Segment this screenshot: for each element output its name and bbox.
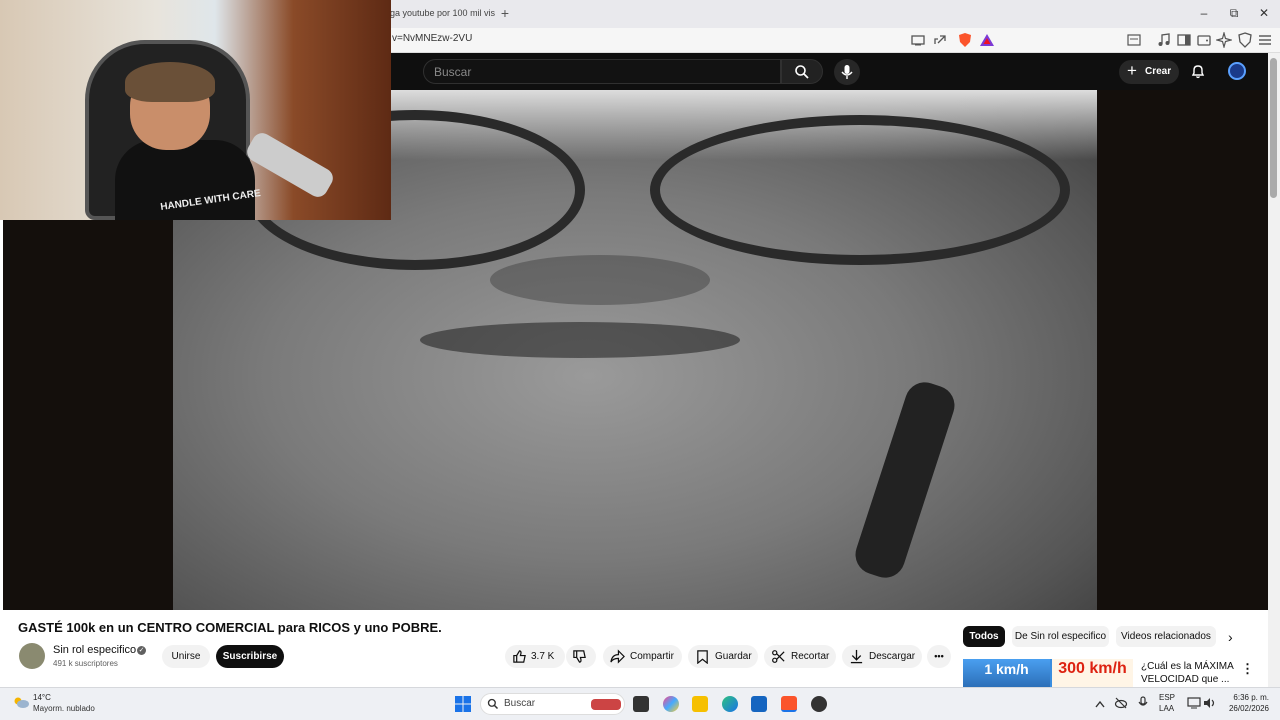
task-view-icon[interactable] <box>633 696 649 712</box>
chevron-up-icon[interactable] <box>1094 699 1106 709</box>
music-icon[interactable] <box>1156 32 1172 48</box>
channel-name[interactable]: Sin rol especifico <box>53 644 136 656</box>
create-label: Crear <box>1145 66 1172 77</box>
maximize-button[interactable]: ⧉ <box>1224 4 1244 22</box>
minimize-button[interactable]: – <box>1194 4 1214 22</box>
brave-rewards-icon[interactable] <box>979 32 995 48</box>
more-actions-button[interactable]: ••• <box>927 645 951 668</box>
taskbar-search-input[interactable] <box>480 693 625 715</box>
share-button[interactable]: Compartir <box>603 645 682 668</box>
microphone-icon <box>841 65 853 79</box>
search-highlight-icon <box>591 699 621 710</box>
weather-description[interactable]: Mayorm. nublado <box>33 704 95 713</box>
brave-shield-icon[interactable] <box>957 32 973 48</box>
weather-temperature[interactable]: 14°C <box>33 693 51 702</box>
thumbs-down-icon <box>573 650 586 663</box>
chevron-right-icon[interactable]: › <box>1228 630 1242 644</box>
create-button[interactable]: + Crear <box>1119 60 1179 84</box>
browser-tab[interactable]: ga youtube por 100 mil vis <box>390 4 500 28</box>
share-label: Compartir <box>630 651 674 662</box>
plus-icon: + <box>1127 61 1137 80</box>
search-input[interactable] <box>423 59 781 84</box>
copilot-icon[interactable] <box>663 696 679 712</box>
video-title: GASTÉ 100k en un CENTRO COMERCIAL para R… <box>18 620 442 635</box>
subscribe-button[interactable]: Suscribirse <box>216 645 284 668</box>
bookmark-icon <box>697 650 708 664</box>
video-glasses-right <box>650 115 1070 265</box>
input-language[interactable]: ESP <box>1159 693 1175 702</box>
account-avatar[interactable] <box>1228 62 1246 80</box>
scrollbar-thumb[interactable] <box>1270 58 1277 198</box>
cloud-sync-icon[interactable] <box>1114 696 1128 710</box>
video-nose <box>490 255 710 305</box>
input-layout[interactable]: LAA <box>1159 704 1174 713</box>
like-button[interactable]: 3.7 K <box>505 645 565 668</box>
download-button[interactable]: Descargar <box>842 645 922 668</box>
url-text[interactable]: v=NvMNEzw-2VU <box>392 33 472 44</box>
dislike-button[interactable] <box>566 645 596 668</box>
search-placeholder: Buscar <box>434 65 472 79</box>
leo-ai-icon[interactable] <box>1216 32 1232 48</box>
share-arrow-icon <box>610 649 625 664</box>
wallet-icon[interactable] <box>1196 32 1212 48</box>
chip-related[interactable]: Videos relacionados <box>1116 626 1216 647</box>
close-button[interactable]: ✕ <box>1254 4 1274 22</box>
new-tab-button[interactable]: + <box>498 4 512 22</box>
taskbar-clock[interactable]: 6:36 p. m. <box>1227 693 1269 702</box>
voice-search-button[interactable] <box>834 59 860 85</box>
search-button[interactable] <box>781 59 823 84</box>
join-button[interactable]: Unirse <box>162 645 210 668</box>
brave-browser-icon[interactable] <box>781 696 797 712</box>
related-video-title[interactable]: ¿Cuál es la MÁXIMA VELOCIDAD que ... <box>1141 660 1236 686</box>
channel-avatar[interactable] <box>19 643 45 669</box>
network-icon[interactable] <box>1187 697 1201 709</box>
thumbnail-right-text: 300 km/h <box>1052 659 1133 687</box>
taskbar-date[interactable]: 26/02/2026 <box>1222 704 1269 713</box>
app-icon[interactable] <box>811 696 827 712</box>
reader-mode-icon[interactable] <box>1126 32 1142 48</box>
taskbar-search-placeholder: Buscar <box>504 698 536 709</box>
clip-button[interactable]: Recortar <box>764 645 836 668</box>
volume-icon[interactable] <box>1203 697 1217 709</box>
taskbar-search-icon <box>487 698 499 710</box>
cloudy-weather-icon[interactable] <box>12 695 30 709</box>
chip-from-channel[interactable]: De Sin rol especifico <box>1012 626 1109 647</box>
verified-check-icon: ✓ <box>137 646 146 655</box>
video-mouth <box>420 322 740 358</box>
file-explorer-icon[interactable] <box>692 696 708 712</box>
search-icon <box>795 65 809 79</box>
webcam-hair <box>125 62 215 102</box>
scissors-icon <box>772 650 785 663</box>
share-page-icon[interactable] <box>932 32 948 48</box>
sidebar-icon[interactable] <box>1176 32 1192 48</box>
like-count: 3.7 K <box>531 651 555 662</box>
kebab-menu-icon[interactable]: ⋮ <box>1241 661 1254 677</box>
thumbs-up-icon <box>513 650 526 663</box>
notifications-bell-icon[interactable] <box>1190 63 1206 79</box>
chip-todos[interactable]: Todos <box>963 626 1005 647</box>
windows-start-icon[interactable] <box>455 696 471 712</box>
save-button[interactable]: Guardar <box>688 645 758 668</box>
subscriber-count: 491 k suscriptores <box>53 659 118 668</box>
clip-label: Recortar <box>791 651 830 662</box>
download-icon <box>850 649 863 664</box>
vpn-icon[interactable] <box>1237 32 1253 48</box>
save-label: Guardar <box>715 651 752 662</box>
download-label: Descargar <box>869 651 916 662</box>
thumbnail-left-text: 1 km/h <box>963 659 1050 687</box>
edge-browser-icon[interactable] <box>722 696 738 712</box>
menu-icon[interactable] <box>1257 32 1273 48</box>
tray-microphone-icon[interactable] <box>1138 696 1148 710</box>
store-icon[interactable] <box>751 696 767 712</box>
cast-icon[interactable] <box>910 32 926 48</box>
